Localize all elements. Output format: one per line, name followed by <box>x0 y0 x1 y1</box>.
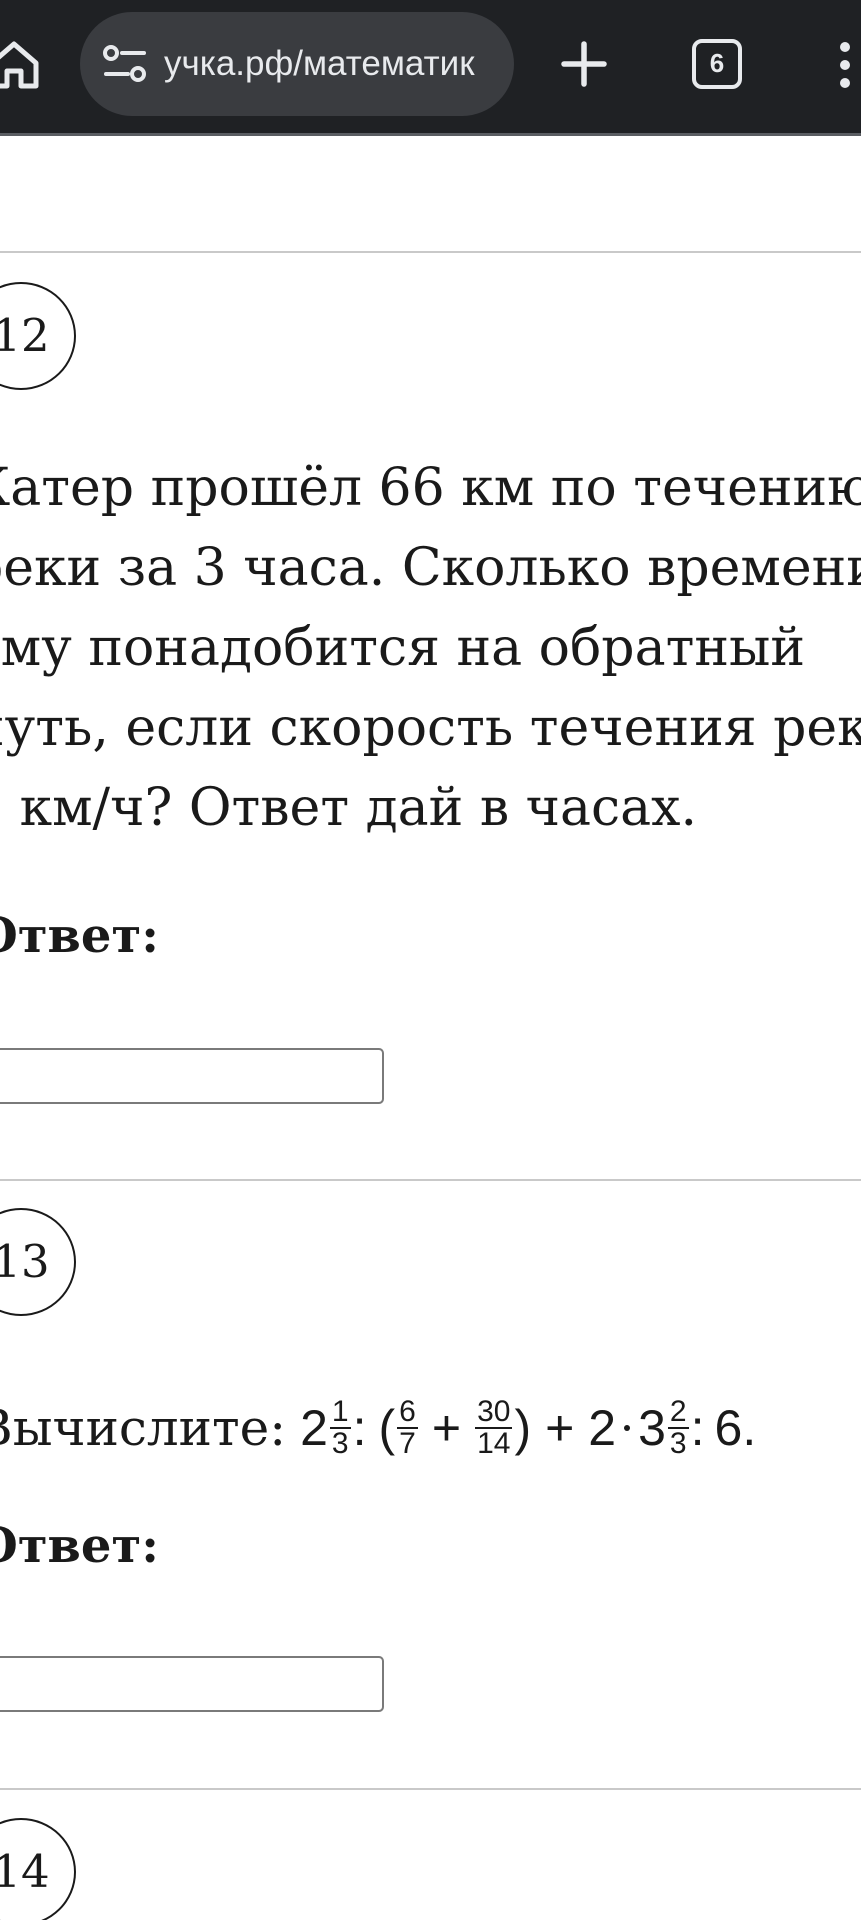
home-button[interactable] <box>0 36 42 92</box>
math-fraction: 2 3 <box>667 1395 689 1460</box>
task-number: 13 <box>0 1235 50 1288</box>
section-divider <box>0 1179 861 1181</box>
math-whole: 2 <box>300 1400 328 1456</box>
task-13-expression: Вычислите: 2 1 3 : ( 6 7 + 30 14 ) + 2 3… <box>0 1378 756 1478</box>
task-number: 12 <box>0 309 50 362</box>
tab-switcher-button[interactable]: 6 <box>692 39 742 89</box>
tab-count: 6 <box>709 48 725 78</box>
new-tab-button[interactable] <box>560 40 608 88</box>
fraction-denominator: 7 <box>399 1427 416 1460</box>
task-number: 14 <box>0 1845 50 1898</box>
section-divider <box>0 251 861 253</box>
url-text[interactable]: учка.рф/математик <box>164 12 504 116</box>
home-icon <box>0 41 39 89</box>
math-whole: 3 <box>638 1400 666 1456</box>
fraction-numerator: 1 <box>329 1395 351 1429</box>
answer-input[interactable] <box>0 1048 384 1104</box>
more-vert-icon <box>840 42 850 88</box>
math-colon: : <box>352 1400 367 1456</box>
task-prefix: Вычислите: <box>0 1399 287 1457</box>
task-number-badge: 13 <box>0 1208 76 1316</box>
answer-input[interactable] <box>0 1656 384 1712</box>
browser-toolbar: учка.рф/математик 6 <box>0 0 861 136</box>
task-text-line: Катер прошёл 66 км по течению <box>0 458 861 518</box>
task-number-badge: 12 <box>0 282 76 390</box>
site-settings-icon[interactable] <box>102 42 148 86</box>
math-plus: + <box>545 1400 575 1456</box>
address-bar[interactable]: учка.рф/математик <box>80 12 514 116</box>
math-plus: + <box>431 1400 462 1456</box>
more-menu-button[interactable] <box>830 40 860 90</box>
task-text-line: 3 км/ч? Ответ дай в часах. <box>0 778 697 838</box>
math-colon: : <box>690 1400 705 1456</box>
math-paren: ) <box>514 1400 532 1456</box>
math-number: 6. <box>714 1400 757 1456</box>
fraction-denominator: 3 <box>669 1427 687 1460</box>
answer-label: Ответ: <box>0 908 159 964</box>
fraction-denominator: 14 <box>477 1427 511 1460</box>
math-number: 2 <box>588 1400 617 1456</box>
task-12-text: Катер прошёл 66 км по течению реки за 3 … <box>0 448 861 848</box>
section-divider <box>0 1788 861 1790</box>
fraction-denominator: 3 <box>331 1427 349 1460</box>
fraction-numerator: 6 <box>397 1395 418 1429</box>
math-multiply-dot <box>624 1425 631 1431</box>
answer-label: Ответ: <box>0 1518 159 1574</box>
plus-icon <box>561 41 607 87</box>
task-number-badge: 14 <box>0 1818 76 1920</box>
math-fraction: 6 7 <box>397 1397 418 1459</box>
math-paren: ( <box>378 1400 396 1456</box>
task-text-line: ему понадобится на обратный <box>0 618 806 678</box>
math-fraction: 1 3 <box>329 1395 351 1460</box>
fraction-numerator: 30 <box>475 1395 513 1429</box>
math-fraction: 30 14 <box>475 1395 513 1460</box>
task-text-line: путь, если скорость течения реки <box>0 698 861 758</box>
task-text-line: реки за 3 часа. Сколько времени <box>0 538 861 598</box>
fraction-numerator: 2 <box>667 1395 689 1429</box>
